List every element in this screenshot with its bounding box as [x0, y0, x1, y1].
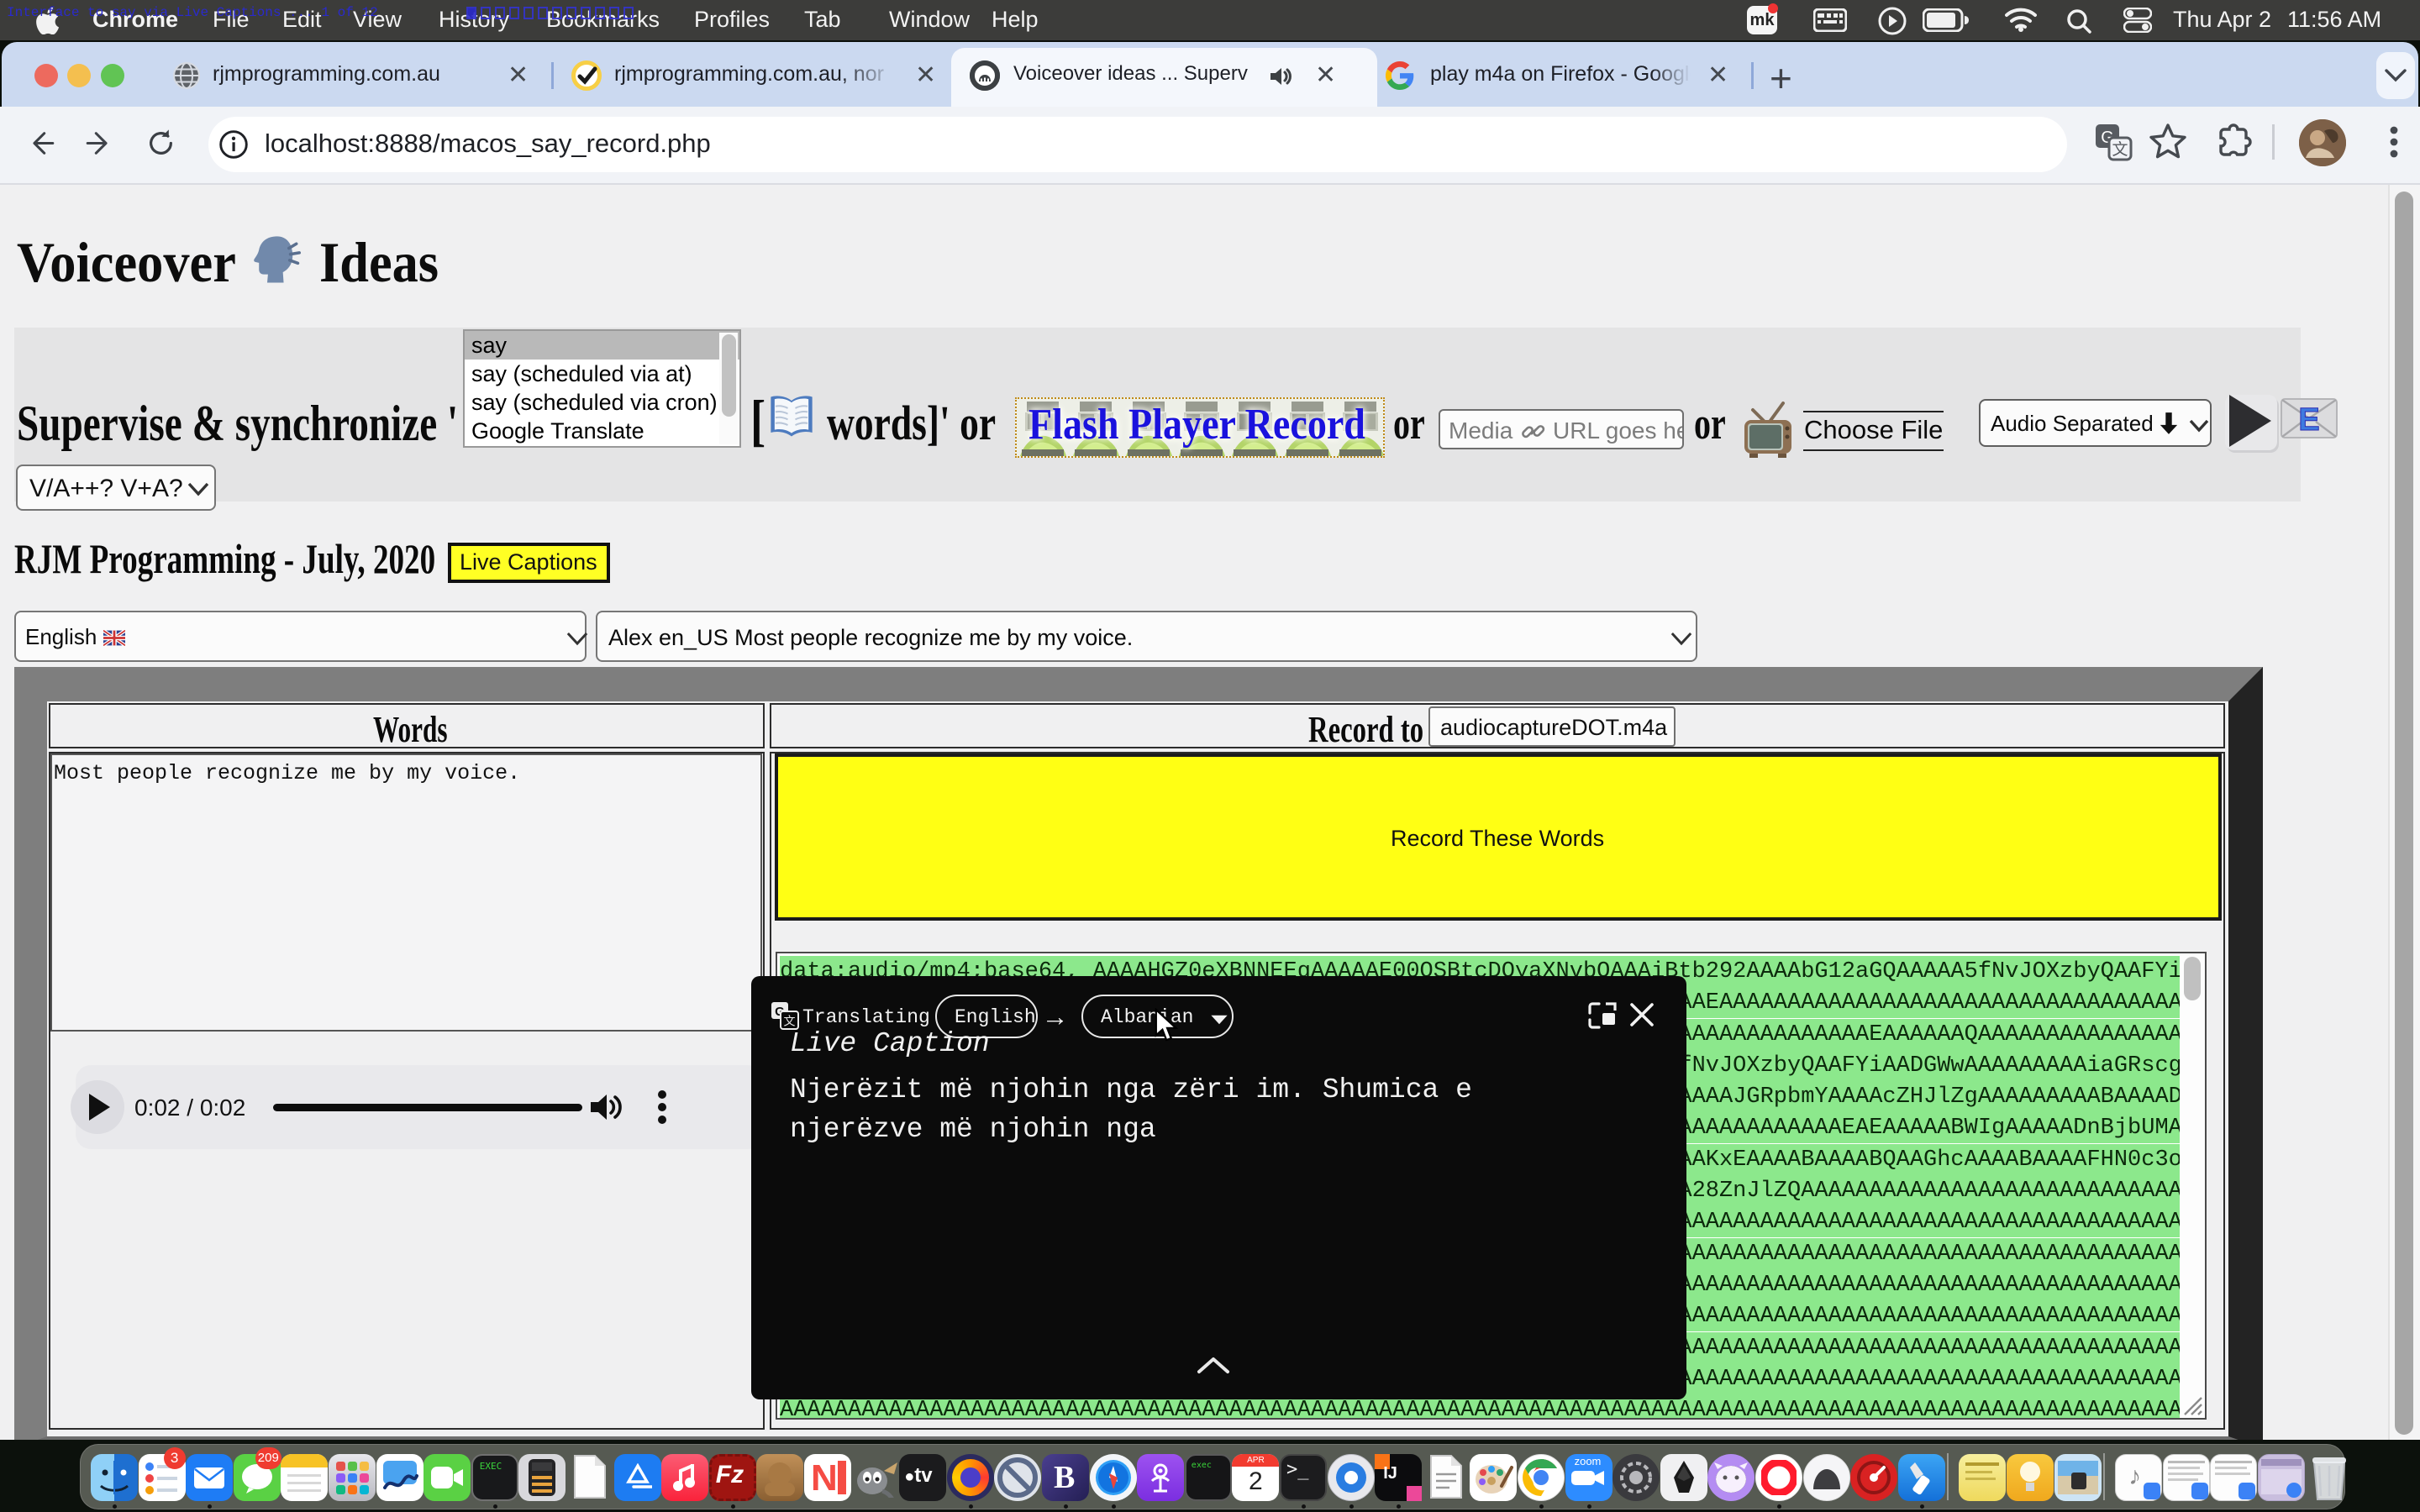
svg-text:文: 文 — [2112, 140, 2128, 159]
svg-text:文: 文 — [784, 1015, 796, 1028]
svg-text:E: E — [2298, 402, 2319, 438]
